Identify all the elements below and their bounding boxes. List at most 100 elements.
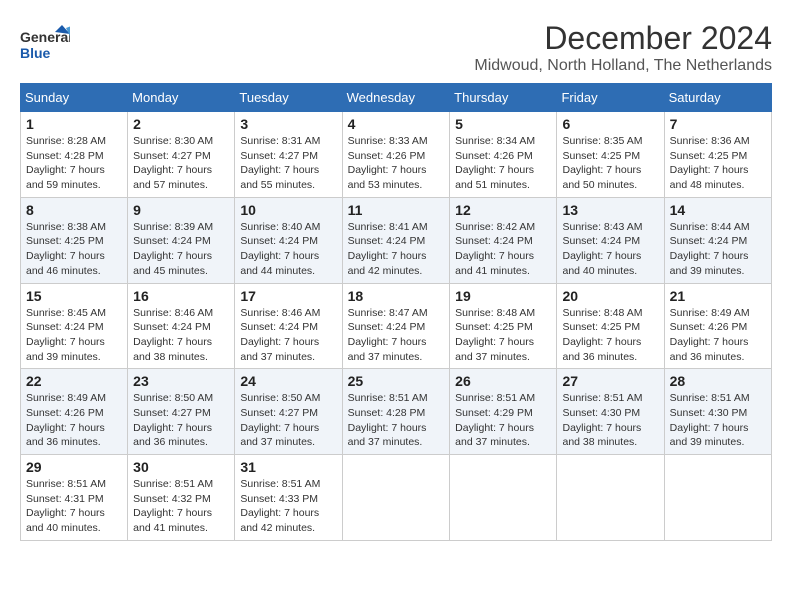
day-info: Sunrise: 8:39 AMSunset: 4:24 PMDaylight:… (133, 221, 213, 277)
day-number: 7 (670, 116, 766, 132)
calendar-day-11: 11 Sunrise: 8:41 AMSunset: 4:24 PMDaylig… (342, 197, 450, 283)
day-info: Sunrise: 8:50 AMSunset: 4:27 PMDaylight:… (240, 392, 320, 448)
day-info: Sunrise: 8:46 AMSunset: 4:24 PMDaylight:… (240, 307, 320, 363)
title-block: December 2024 Midwoud, North Holland, Th… (474, 20, 772, 75)
day-info: Sunrise: 8:46 AMSunset: 4:24 PMDaylight:… (133, 307, 213, 363)
calendar-day-14: 14 Sunrise: 8:44 AMSunset: 4:24 PMDaylig… (664, 197, 771, 283)
day-info: Sunrise: 8:30 AMSunset: 4:27 PMDaylight:… (133, 135, 213, 191)
weekday-header-row: SundayMondayTuesdayWednesdayThursdayFrid… (21, 84, 772, 112)
day-info: Sunrise: 8:34 AMSunset: 4:26 PMDaylight:… (455, 135, 535, 191)
calendar-day-30: 30 Sunrise: 8:51 AMSunset: 4:32 PMDaylig… (128, 455, 235, 541)
calendar-week-2: 8 Sunrise: 8:38 AMSunset: 4:25 PMDayligh… (21, 197, 772, 283)
calendar-day-13: 13 Sunrise: 8:43 AMSunset: 4:24 PMDaylig… (557, 197, 664, 283)
day-number: 6 (562, 116, 658, 132)
logo-icon: General Blue (20, 20, 70, 65)
day-number: 14 (670, 202, 766, 218)
day-number: 28 (670, 373, 766, 389)
day-info: Sunrise: 8:51 AMSunset: 4:29 PMDaylight:… (455, 392, 535, 448)
day-number: 13 (562, 202, 658, 218)
day-number: 22 (26, 373, 122, 389)
day-number: 25 (348, 373, 445, 389)
day-number: 2 (133, 116, 229, 132)
day-info: Sunrise: 8:44 AMSunset: 4:24 PMDaylight:… (670, 221, 750, 277)
empty-day (557, 455, 664, 541)
calendar-day-2: 2 Sunrise: 8:30 AMSunset: 4:27 PMDayligh… (128, 112, 235, 198)
day-number: 23 (133, 373, 229, 389)
day-info: Sunrise: 8:38 AMSunset: 4:25 PMDaylight:… (26, 221, 106, 277)
calendar-day-9: 9 Sunrise: 8:39 AMSunset: 4:24 PMDayligh… (128, 197, 235, 283)
calendar-day-28: 28 Sunrise: 8:51 AMSunset: 4:30 PMDaylig… (664, 369, 771, 455)
calendar-day-4: 4 Sunrise: 8:33 AMSunset: 4:26 PMDayligh… (342, 112, 450, 198)
day-info: Sunrise: 8:31 AMSunset: 4:27 PMDaylight:… (240, 135, 320, 191)
day-info: Sunrise: 8:51 AMSunset: 4:30 PMDaylight:… (562, 392, 642, 448)
day-number: 26 (455, 373, 551, 389)
day-number: 4 (348, 116, 445, 132)
calendar-day-27: 27 Sunrise: 8:51 AMSunset: 4:30 PMDaylig… (557, 369, 664, 455)
weekday-header-tuesday: Tuesday (235, 84, 342, 112)
svg-text:Blue: Blue (20, 45, 51, 61)
calendar-day-10: 10 Sunrise: 8:40 AMSunset: 4:24 PMDaylig… (235, 197, 342, 283)
day-info: Sunrise: 8:28 AMSunset: 4:28 PMDaylight:… (26, 135, 106, 191)
weekday-header-friday: Friday (557, 84, 664, 112)
day-number: 9 (133, 202, 229, 218)
day-number: 15 (26, 288, 122, 304)
calendar-day-16: 16 Sunrise: 8:46 AMSunset: 4:24 PMDaylig… (128, 283, 235, 369)
calendar-day-8: 8 Sunrise: 8:38 AMSunset: 4:25 PMDayligh… (21, 197, 128, 283)
empty-day (342, 455, 450, 541)
day-number: 8 (26, 202, 122, 218)
day-info: Sunrise: 8:48 AMSunset: 4:25 PMDaylight:… (455, 307, 535, 363)
calendar-day-1: 1 Sunrise: 8:28 AMSunset: 4:28 PMDayligh… (21, 112, 128, 198)
day-number: 11 (348, 202, 445, 218)
calendar-day-12: 12 Sunrise: 8:42 AMSunset: 4:24 PMDaylig… (450, 197, 557, 283)
calendar-day-29: 29 Sunrise: 8:51 AMSunset: 4:31 PMDaylig… (21, 455, 128, 541)
day-number: 27 (562, 373, 658, 389)
weekday-header-thursday: Thursday (450, 84, 557, 112)
day-number: 16 (133, 288, 229, 304)
calendar-day-3: 3 Sunrise: 8:31 AMSunset: 4:27 PMDayligh… (235, 112, 342, 198)
day-number: 31 (240, 459, 336, 475)
day-number: 19 (455, 288, 551, 304)
day-info: Sunrise: 8:45 AMSunset: 4:24 PMDaylight:… (26, 307, 106, 363)
calendar-day-31: 31 Sunrise: 8:51 AMSunset: 4:33 PMDaylig… (235, 455, 342, 541)
weekday-header-wednesday: Wednesday (342, 84, 450, 112)
month-title: December 2024 (474, 20, 772, 57)
day-number: 24 (240, 373, 336, 389)
day-number: 3 (240, 116, 336, 132)
weekday-header-sunday: Sunday (21, 84, 128, 112)
weekday-header-monday: Monday (128, 84, 235, 112)
day-number: 17 (240, 288, 336, 304)
calendar-day-26: 26 Sunrise: 8:51 AMSunset: 4:29 PMDaylig… (450, 369, 557, 455)
day-info: Sunrise: 8:35 AMSunset: 4:25 PMDaylight:… (562, 135, 642, 191)
calendar-day-24: 24 Sunrise: 8:50 AMSunset: 4:27 PMDaylig… (235, 369, 342, 455)
page-header: General Blue December 2024 Midwoud, Nort… (20, 20, 772, 75)
logo: General Blue (20, 20, 70, 65)
day-info: Sunrise: 8:50 AMSunset: 4:27 PMDaylight:… (133, 392, 213, 448)
weekday-header-saturday: Saturday (664, 84, 771, 112)
day-info: Sunrise: 8:47 AMSunset: 4:24 PMDaylight:… (348, 307, 428, 363)
day-info: Sunrise: 8:51 AMSunset: 4:32 PMDaylight:… (133, 478, 213, 534)
calendar-day-22: 22 Sunrise: 8:49 AMSunset: 4:26 PMDaylig… (21, 369, 128, 455)
day-number: 21 (670, 288, 766, 304)
day-number: 10 (240, 202, 336, 218)
day-info: Sunrise: 8:51 AMSunset: 4:30 PMDaylight:… (670, 392, 750, 448)
calendar-day-23: 23 Sunrise: 8:50 AMSunset: 4:27 PMDaylig… (128, 369, 235, 455)
calendar-day-25: 25 Sunrise: 8:51 AMSunset: 4:28 PMDaylig… (342, 369, 450, 455)
day-number: 18 (348, 288, 445, 304)
calendar-week-3: 15 Sunrise: 8:45 AMSunset: 4:24 PMDaylig… (21, 283, 772, 369)
calendar-day-21: 21 Sunrise: 8:49 AMSunset: 4:26 PMDaylig… (664, 283, 771, 369)
calendar-day-19: 19 Sunrise: 8:48 AMSunset: 4:25 PMDaylig… (450, 283, 557, 369)
day-number: 30 (133, 459, 229, 475)
day-info: Sunrise: 8:49 AMSunset: 4:26 PMDaylight:… (26, 392, 106, 448)
calendar-day-20: 20 Sunrise: 8:48 AMSunset: 4:25 PMDaylig… (557, 283, 664, 369)
location-title: Midwoud, North Holland, The Netherlands (474, 57, 772, 75)
calendar-week-5: 29 Sunrise: 8:51 AMSunset: 4:31 PMDaylig… (21, 455, 772, 541)
day-number: 5 (455, 116, 551, 132)
empty-day (450, 455, 557, 541)
calendar-day-5: 5 Sunrise: 8:34 AMSunset: 4:26 PMDayligh… (450, 112, 557, 198)
day-info: Sunrise: 8:49 AMSunset: 4:26 PMDaylight:… (670, 307, 750, 363)
calendar-day-6: 6 Sunrise: 8:35 AMSunset: 4:25 PMDayligh… (557, 112, 664, 198)
day-info: Sunrise: 8:33 AMSunset: 4:26 PMDaylight:… (348, 135, 428, 191)
day-number: 1 (26, 116, 122, 132)
day-info: Sunrise: 8:51 AMSunset: 4:31 PMDaylight:… (26, 478, 106, 534)
day-number: 20 (562, 288, 658, 304)
